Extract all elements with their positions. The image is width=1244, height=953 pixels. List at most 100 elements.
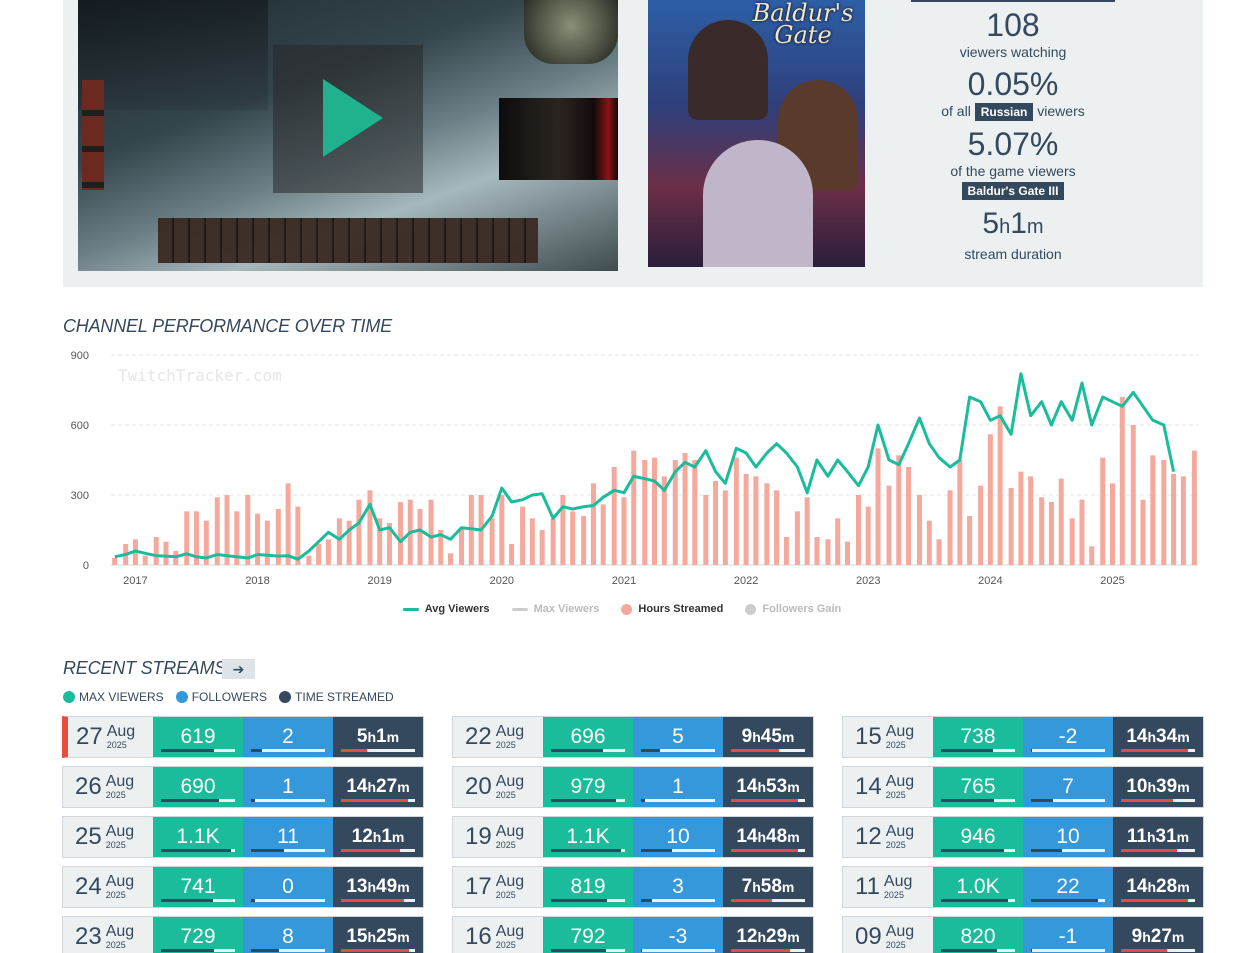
viewers-count: 108 — [986, 7, 1040, 43]
legend-item[interactable]: Hours Streamed — [621, 603, 723, 615]
stream-row[interactable]: 09 Aug 2025 820 -1 9h27m — [842, 916, 1204, 953]
legend-item[interactable]: Followers Gain — [745, 603, 841, 615]
time-bar-fill — [731, 799, 798, 802]
stream-row[interactable]: 12 Aug 2025 946 10 11h31m — [842, 816, 1204, 858]
x-tick-label: 2017 — [123, 575, 147, 587]
hours-bar — [1161, 460, 1167, 565]
max-viewers-bar — [551, 799, 625, 802]
hours-bar — [448, 553, 454, 565]
hours-bar — [997, 406, 1003, 565]
time-minutes: 53 — [766, 776, 788, 797]
chart-watermark: TwitchTracker.com — [118, 366, 282, 385]
play-icon[interactable] — [323, 79, 383, 157]
hours-bar — [600, 504, 606, 565]
time-m-unit: m — [1171, 929, 1185, 945]
stream-row[interactable]: 26 Aug 2025 690 1 14h27m — [62, 766, 424, 808]
stream-month: Aug — [106, 723, 136, 740]
recent-legend-item: FOLLOWERS — [175, 690, 268, 704]
hours-bar — [703, 495, 709, 565]
stream-row[interactable]: 24 Aug 2025 741 0 13h49m — [62, 866, 424, 908]
hours-bar — [1180, 476, 1186, 565]
time-minutes: 49 — [376, 876, 398, 897]
recent-legend-label: FOLLOWERS — [191, 690, 268, 704]
hours-bar — [1089, 546, 1095, 565]
stream-day: 14 — [855, 773, 882, 800]
time-m-unit: m — [397, 879, 410, 895]
hours-bar — [957, 460, 963, 565]
y-tick-label: 0 — [83, 560, 89, 572]
stream-followers: 10 — [633, 817, 723, 857]
time-h-unit: h — [367, 879, 377, 895]
time-bar — [1121, 849, 1195, 852]
stream-day: 19 — [465, 823, 492, 850]
stream-row[interactable]: 27 Aug 2025 619 2 5h1m — [62, 716, 424, 758]
stream-row[interactable]: 15 Aug 2025 738 -2 14h34m — [842, 716, 1204, 758]
stream-row[interactable]: 19 Aug 2025 1.1K 10 14h48m — [452, 816, 814, 858]
duration-m-unit: m — [1026, 216, 1044, 238]
followers-value: 7 — [1062, 775, 1074, 798]
stream-month: Aug — [495, 923, 525, 940]
game-badge[interactable]: Baldur's Gate III — [961, 182, 1065, 200]
time-bar — [731, 749, 805, 752]
stream-max-viewers: 1.1K — [153, 817, 243, 857]
followers-value: 10 — [1056, 825, 1080, 848]
followers-bar — [251, 949, 325, 952]
followers-bar — [1031, 899, 1105, 902]
hours-bar — [1100, 457, 1106, 565]
max-viewers-bar-fill — [551, 799, 617, 802]
time-bar-fill — [341, 749, 367, 752]
max-viewers-value: 690 — [180, 775, 216, 798]
stream-row[interactable]: 16 Aug 2025 792 -3 12h29m — [452, 916, 814, 953]
max-viewers-bar — [941, 899, 1015, 902]
stream-row[interactable]: 11 Aug 2025 1.0K 22 14h28m — [842, 866, 1204, 908]
followers-bar — [251, 899, 325, 902]
hours-bar — [875, 448, 881, 565]
legend-item[interactable]: Max Viewers — [511, 603, 599, 615]
legend-label: Hours Streamed — [638, 603, 724, 615]
max-viewers-value: 819 — [570, 875, 606, 898]
stream-row[interactable]: 22 Aug 2025 696 5 9h45m — [452, 716, 814, 758]
followers-bar-fill — [251, 799, 255, 802]
stream-day: 22 — [465, 723, 492, 750]
followers-bar-fill — [641, 899, 653, 902]
stream-row[interactable]: 14 Aug 2025 765 7 10h39m — [842, 766, 1204, 808]
time-hours: 14 — [346, 776, 368, 797]
time-bar-fill — [1121, 799, 1173, 802]
time-hours: 14 — [736, 826, 758, 847]
stream-row[interactable]: 23 Aug 2025 729 8 15h25m — [62, 916, 424, 953]
recent-legend-dot — [279, 691, 292, 703]
stream-row[interactable]: 25 Aug 2025 1.1K 11 12h1m — [62, 816, 424, 858]
stream-row[interactable]: 17 Aug 2025 819 3 7h58m — [452, 866, 814, 908]
cover-logo: Baldur's Gate — [752, 0, 854, 49]
time-bar-fill — [731, 849, 798, 852]
time-h-unit: h — [1146, 829, 1156, 845]
game-cover-image[interactable]: Baldur's Gate — [648, 0, 865, 267]
stream-max-viewers: 696 — [543, 717, 633, 757]
hours-bar — [652, 457, 657, 565]
stream-row[interactable]: 20 Aug 2025 979 1 14h53m — [452, 766, 814, 808]
time-h-unit: h — [367, 779, 377, 795]
stream-followers: 22 — [1023, 867, 1113, 907]
time-bar — [731, 849, 805, 852]
hours-bar — [112, 558, 118, 565]
time-minutes: 34 — [1156, 726, 1178, 747]
recent-streams-arrow-button[interactable]: ➔ — [222, 659, 255, 679]
stream-max-viewers: 792 — [543, 917, 633, 953]
stream-year: 2025 — [885, 940, 906, 950]
time-hours: 9 — [1131, 926, 1143, 947]
followers-bar — [251, 749, 325, 752]
stream-day: 09 — [855, 923, 882, 950]
legend-item[interactable]: Avg Viewers — [402, 603, 490, 615]
stream-date: 16 Aug 2025 — [453, 917, 543, 953]
followers-value: 11 — [277, 825, 299, 848]
language-badge[interactable]: Russian — [974, 103, 1034, 121]
stream-year: 2025 — [105, 840, 126, 850]
hours-bar — [631, 450, 637, 565]
stream-video-player[interactable] — [78, 0, 618, 271]
followers-value: 5 — [672, 725, 684, 748]
time-h-unit: h — [1142, 929, 1151, 945]
time-hours: 7 — [741, 876, 753, 897]
stream-time: 11h31m — [1113, 817, 1203, 857]
followers-value: -2 — [1058, 725, 1078, 748]
hours-bar — [245, 495, 251, 565]
